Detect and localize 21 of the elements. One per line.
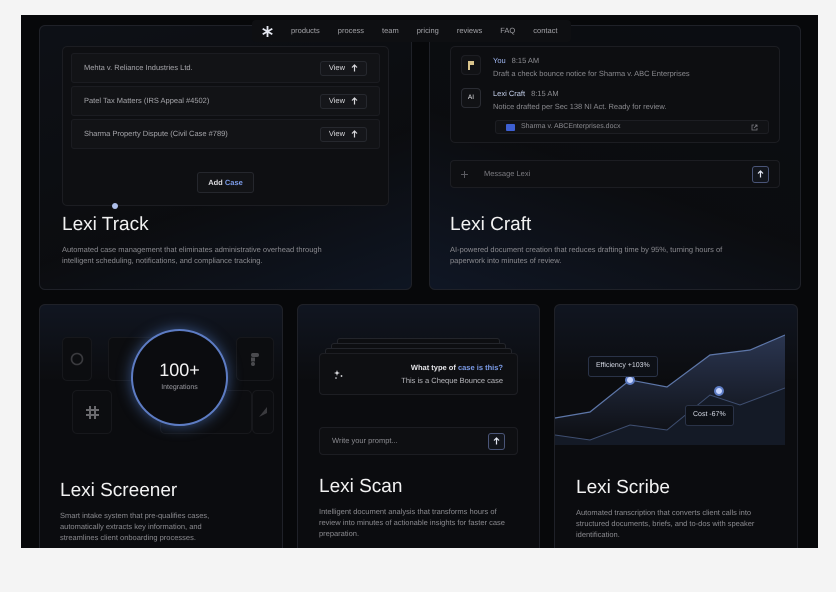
external-link-icon	[751, 124, 758, 130]
send-button[interactable]	[488, 432, 505, 450]
card-title: Lexi Track	[62, 215, 150, 234]
card-title: Lexi Scan	[319, 477, 404, 496]
cost-point	[714, 386, 724, 396]
arrow-up-icon	[757, 170, 764, 178]
glow-dot-icon	[112, 203, 118, 209]
sparkle-icon	[334, 370, 343, 378]
card-title: Lexi Screener	[60, 481, 178, 500]
figma-logo-icon	[251, 352, 259, 366]
integrations-count: 100+	[159, 361, 200, 380]
arrow-up-icon	[351, 130, 358, 138]
send-button[interactable]	[752, 166, 769, 182]
card-title: Lexi Craft	[450, 215, 532, 234]
plus-icon	[461, 170, 468, 178]
asterisk-logo-icon[interactable]	[262, 26, 273, 36]
card-title: Lexi Scribe	[576, 478, 671, 497]
arrow-up-icon	[351, 64, 358, 72]
document-icon	[506, 124, 515, 130]
arrow-up-icon	[351, 97, 358, 105]
arrow-up-icon	[493, 437, 500, 445]
